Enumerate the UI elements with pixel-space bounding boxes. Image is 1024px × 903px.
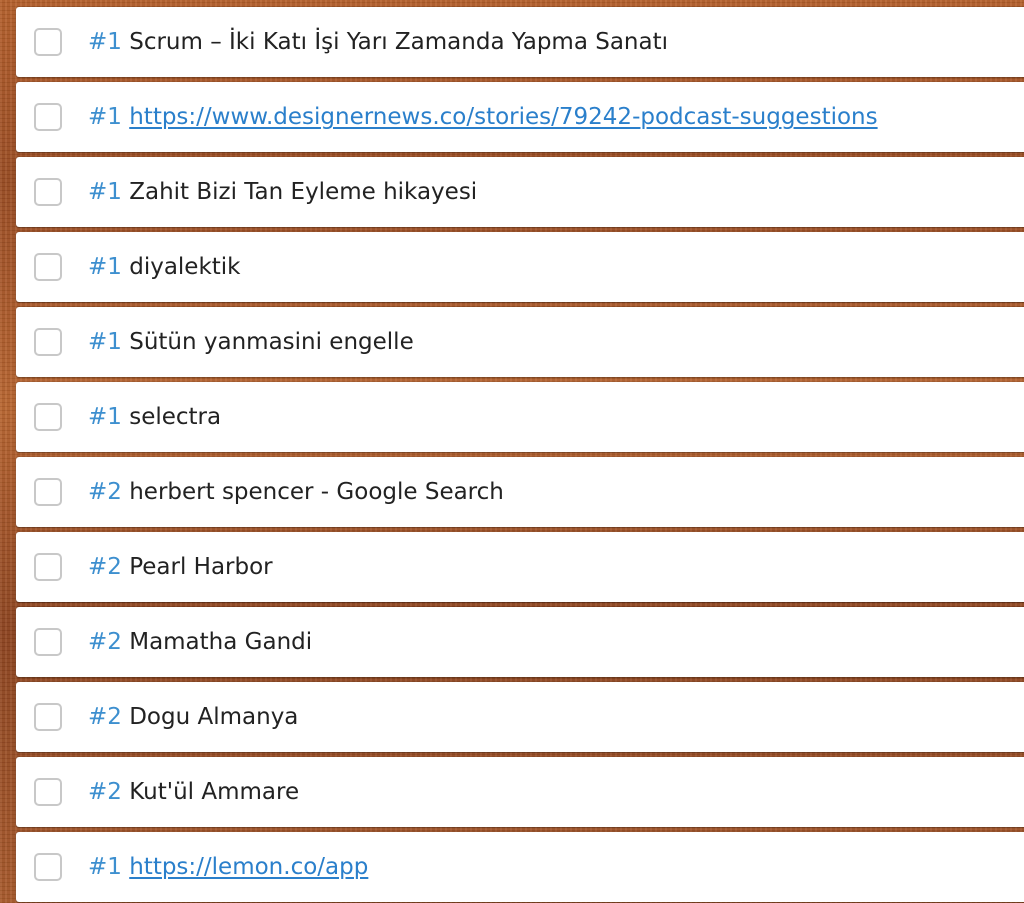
task-checkbox[interactable] <box>34 403 62 431</box>
task-link[interactable]: https://lemon.co/app <box>129 854 368 880</box>
task-text: #2 herbert spencer - Google Search <box>88 479 504 505</box>
task-row: #2 Mamatha Gandi <box>16 607 1024 677</box>
task-number: #1 <box>88 179 122 205</box>
task-checkbox[interactable] <box>34 703 62 731</box>
task-checkbox[interactable] <box>34 778 62 806</box>
task-title: selectra <box>129 404 222 430</box>
task-number: #2 <box>88 779 122 805</box>
task-title: diyalektik <box>129 254 241 280</box>
task-row: #1 Sütün yanmasini engelle <box>16 307 1024 377</box>
task-checkbox[interactable] <box>34 253 62 281</box>
task-title: Scrum – İki Katı İşi Yarı Zamanda Yapma … <box>129 29 669 55</box>
task-row: #1 diyalektik <box>16 232 1024 302</box>
task-text: #1 Sütün yanmasini engelle <box>88 329 414 355</box>
task-number: #1 <box>88 104 122 130</box>
task-text: #2 Mamatha Gandi <box>88 629 312 655</box>
task-row: #2 Kut'ül Ammare <box>16 757 1024 827</box>
task-number: #2 <box>88 554 122 580</box>
task-checkbox[interactable] <box>34 478 62 506</box>
task-row: #2 Pearl Harbor <box>16 532 1024 602</box>
task-title: Pearl Harbor <box>129 554 273 580</box>
task-text: #2 Pearl Harbor <box>88 554 273 580</box>
task-row: #1 https://lemon.co/app <box>16 832 1024 902</box>
task-title: Sütün yanmasini engelle <box>129 329 414 355</box>
task-title: Kut'ül Ammare <box>129 779 300 805</box>
task-number: #1 <box>88 329 122 355</box>
task-text: #1 https://lemon.co/app <box>88 854 368 880</box>
task-title: herbert spencer - Google Search <box>129 479 504 505</box>
task-checkbox[interactable] <box>34 178 62 206</box>
task-title: Zahit Bizi Tan Eyleme hikayesi <box>129 179 478 205</box>
task-checkbox[interactable] <box>34 553 62 581</box>
task-text: #1 selectra <box>88 404 221 430</box>
task-checkbox[interactable] <box>34 28 62 56</box>
task-number: #2 <box>88 629 122 655</box>
task-title: Mamatha Gandi <box>129 629 313 655</box>
task-text: #2 Kut'ül Ammare <box>88 779 299 805</box>
task-row: #1 Zahit Bizi Tan Eyleme hikayesi <box>16 157 1024 227</box>
task-number: #1 <box>88 29 122 55</box>
task-checkbox[interactable] <box>34 628 62 656</box>
task-row: #1 selectra <box>16 382 1024 452</box>
task-number: #1 <box>88 854 122 880</box>
task-text: #1 diyalektik <box>88 254 241 280</box>
task-row: #1 https://www.designernews.co/stories/7… <box>16 82 1024 152</box>
task-checkbox[interactable] <box>34 328 62 356</box>
task-row: #2 Dogu Almanya <box>16 682 1024 752</box>
task-text: #1 Scrum – İki Katı İşi Yarı Zamanda Yap… <box>88 29 668 55</box>
task-number: #1 <box>88 404 122 430</box>
task-number: #2 <box>88 479 122 505</box>
task-row: #2 herbert spencer - Google Search <box>16 457 1024 527</box>
task-number: #2 <box>88 704 122 730</box>
task-title: Dogu Almanya <box>129 704 299 730</box>
task-text: #1 https://www.designernews.co/stories/7… <box>88 104 878 130</box>
task-checkbox[interactable] <box>34 853 62 881</box>
task-text: #2 Dogu Almanya <box>88 704 298 730</box>
task-link[interactable]: https://www.designernews.co/stories/7924… <box>129 104 877 130</box>
task-checkbox[interactable] <box>34 103 62 131</box>
task-text: #1 Zahit Bizi Tan Eyleme hikayesi <box>88 179 477 205</box>
task-row: #1 Scrum – İki Katı İşi Yarı Zamanda Yap… <box>16 7 1024 77</box>
task-number: #1 <box>88 254 122 280</box>
